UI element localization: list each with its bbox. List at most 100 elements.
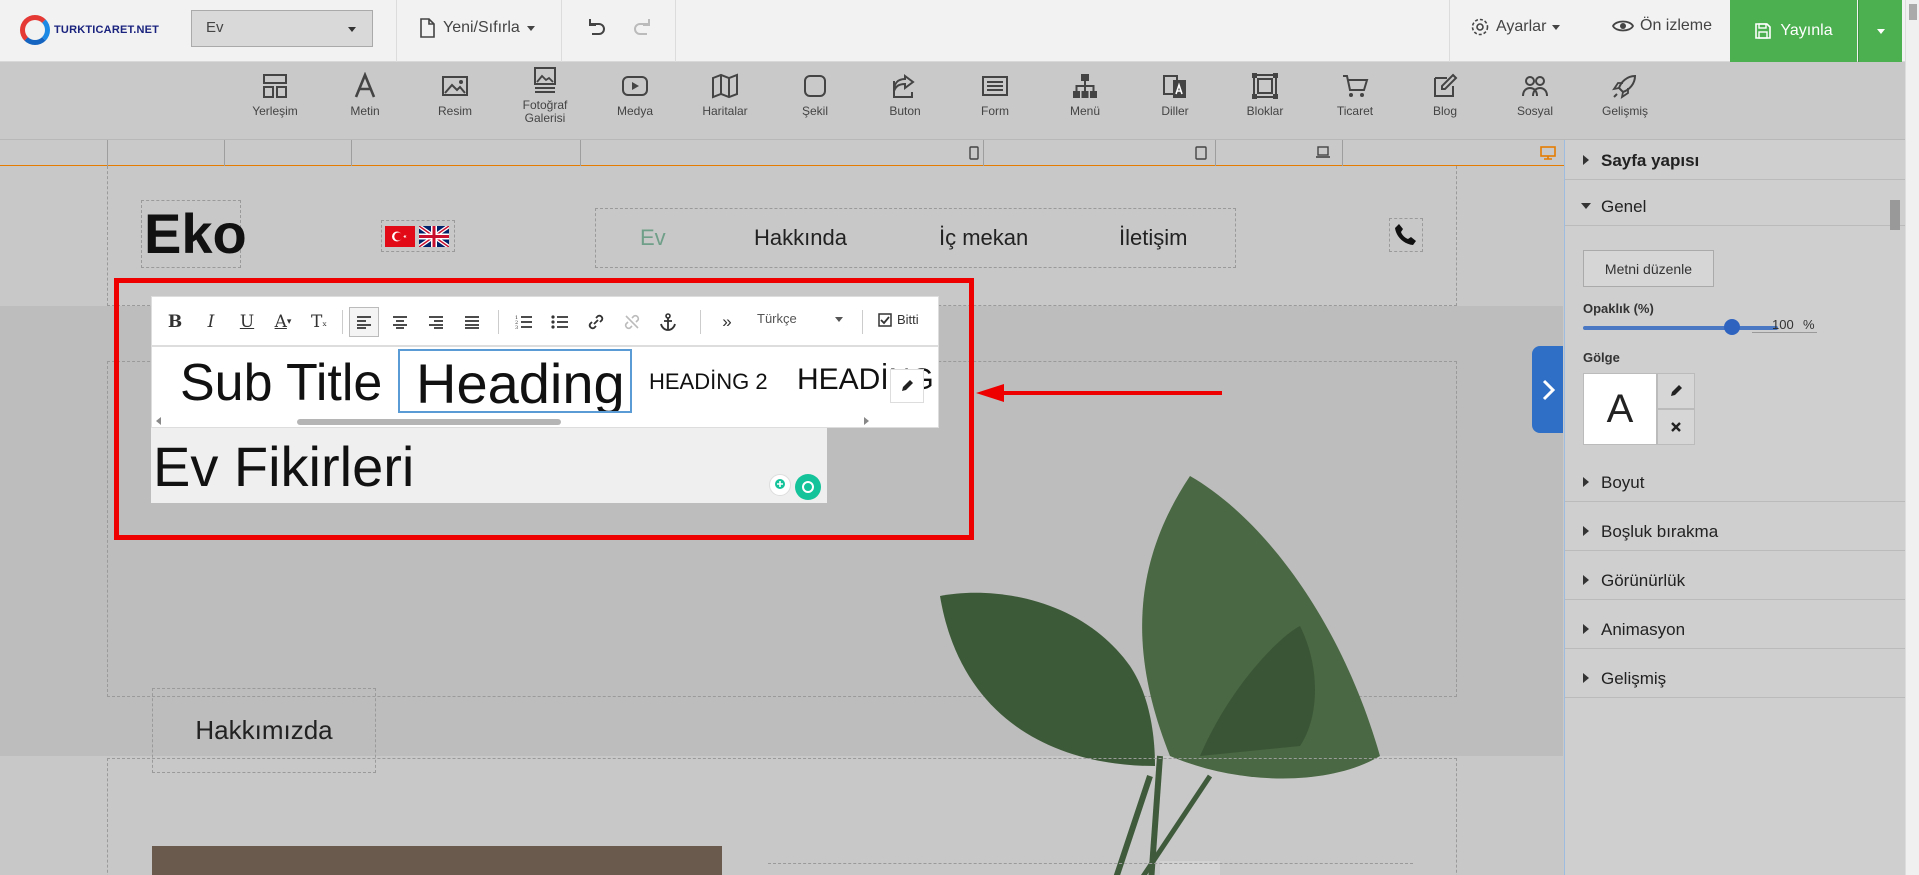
tool-maps[interactable]: Haritalar — [685, 72, 765, 118]
numbered-list-button[interactable]: 123 — [509, 307, 539, 337]
section-advanced[interactable]: Gelişmiş — [1565, 658, 1906, 698]
turkey-flag-icon[interactable] — [385, 225, 415, 247]
done-button[interactable]: Bitti — [878, 312, 919, 327]
tool-media[interactable]: Medya — [595, 72, 675, 118]
grammarly-icon[interactable] — [795, 474, 821, 500]
laptop-icon[interactable] — [1315, 146, 1331, 158]
nav-item-contact[interactable]: İletişim — [1119, 225, 1187, 251]
edit-text-button[interactable]: Metni düzenle — [1583, 250, 1714, 287]
tool-label: Bloklar — [1246, 104, 1284, 118]
caret-right-icon — [1583, 624, 1589, 634]
scroll-right-icon[interactable] — [864, 417, 869, 425]
align-left-button[interactable] — [349, 307, 379, 337]
more-options-button[interactable]: » — [712, 307, 742, 337]
section-animation[interactable]: Animasyon — [1565, 609, 1906, 649]
logo[interactable]: TURKTICARET.NET — [20, 14, 159, 46]
nav-item-interior[interactable]: İç mekan — [939, 225, 1028, 251]
underline-button[interactable]: U — [232, 307, 262, 337]
nav-item-home[interactable]: Ev — [640, 225, 666, 251]
tool-gallery[interactable]: Fotoğraf Galerisi — [505, 66, 585, 125]
window-scrollbar[interactable] — [1905, 0, 1919, 875]
heading-text[interactable]: Ev Fikirleri — [153, 434, 414, 499]
section-visibility[interactable]: Görünürlük — [1565, 560, 1906, 600]
tool-menu[interactable]: Menü — [1045, 72, 1125, 118]
clear-format-button[interactable]: Tₓ — [304, 307, 334, 337]
desktop-icon[interactable] — [1540, 146, 1556, 160]
phone-button[interactable] — [1389, 218, 1423, 252]
section-spacing[interactable]: Boşluk bırakma — [1565, 511, 1906, 551]
divider — [1449, 0, 1450, 62]
style-heading-2[interactable]: HEADİNG 2 — [649, 369, 768, 395]
tool-button[interactable]: Buton — [865, 72, 945, 118]
settings-button[interactable]: Ayarlar — [1470, 17, 1561, 37]
tool-label: Fotoğraf Galerisi — [522, 98, 568, 125]
new-reset-label: Yeni/Sıfırla — [443, 19, 520, 36]
caret-right-icon — [1583, 575, 1589, 585]
align-right-button[interactable] — [421, 307, 451, 337]
text-color-button[interactable]: A ▾ — [268, 307, 298, 337]
align-justify-button[interactable] — [457, 307, 487, 337]
brand-logo-text[interactable]: Eko — [141, 200, 247, 268]
undo-icon[interactable] — [582, 15, 608, 41]
tool-ribbon: Yerleşim Metin Resim Fotoğraf Galerisi M… — [0, 62, 1905, 140]
remove-shadow-button[interactable] — [1657, 409, 1695, 445]
content-photo[interactable] — [152, 846, 722, 875]
heading-text-block[interactable]: Ev Fikirleri — [151, 428, 827, 503]
section-size[interactable]: Boyut — [1565, 462, 1906, 502]
scroll-left-icon[interactable] — [156, 417, 161, 425]
link-button[interactable] — [581, 307, 611, 337]
scroll-thumb[interactable] — [1909, 4, 1917, 20]
align-center-button[interactable] — [385, 307, 415, 337]
tool-form[interactable]: Form — [955, 72, 1035, 118]
text-editor-toolbar: B I U A ▾ Tₓ 123 » Türkçe Bitti — [151, 296, 939, 346]
page-select[interactable]: Ev — [191, 10, 373, 47]
tool-languages[interactable]: Diller — [1135, 72, 1215, 118]
panel-scrollbar[interactable] — [1887, 180, 1903, 870]
italic-button[interactable]: I — [196, 307, 226, 337]
tool-shape[interactable]: Şekil — [775, 72, 855, 118]
tool-image[interactable]: Resim — [415, 72, 495, 118]
publish-dropdown-button[interactable] — [1858, 0, 1902, 62]
language-select[interactable]: Türkçe — [757, 311, 847, 326]
publish-button[interactable]: Yayınla — [1730, 0, 1857, 62]
redo-icon[interactable] — [631, 15, 657, 41]
tool-blog[interactable]: Blog — [1405, 72, 1485, 118]
scroll-thumb[interactable] — [297, 419, 561, 425]
tool-layout[interactable]: Yerleşim — [235, 72, 315, 118]
section-page-structure[interactable]: Sayfa yapısı — [1565, 140, 1906, 180]
tool-blocks[interactable]: Bloklar — [1225, 72, 1305, 118]
style-heading-1[interactable]: Heading — [398, 349, 632, 413]
tablet-icon[interactable] — [1195, 146, 1207, 160]
nav-item-about[interactable]: Hakkında — [754, 225, 847, 251]
preview-button[interactable]: Ön izleme — [1612, 17, 1712, 35]
style-picker-scrollbar[interactable] — [152, 415, 872, 427]
section-general[interactable]: Genel — [1565, 186, 1906, 226]
chevron-down-icon — [526, 25, 535, 31]
opacity-slider-handle[interactable] — [1724, 319, 1740, 335]
tool-advanced[interactable]: Gelişmiş — [1585, 72, 1665, 118]
new-reset-button[interactable]: Yeni/Sıfırla — [418, 18, 535, 38]
page-select-value: Ev — [206, 19, 224, 36]
tool-text[interactable]: Metin — [325, 72, 405, 118]
bold-button[interactable]: B — [160, 307, 190, 337]
lightbulb-icon[interactable] — [769, 474, 791, 496]
opacity-slider-track[interactable] — [1583, 326, 1778, 330]
bullet-list-button[interactable] — [545, 307, 575, 337]
anchor-button[interactable] — [653, 307, 683, 337]
tool-social[interactable]: Sosyal — [1495, 72, 1575, 118]
chevron-down-icon — [1876, 28, 1885, 34]
tool-commerce[interactable]: Ticaret — [1315, 72, 1395, 118]
uk-flag-icon[interactable] — [419, 225, 449, 247]
chevron-down-icon — [1552, 24, 1561, 30]
edit-shadow-button[interactable] — [1657, 373, 1695, 409]
expand-panel-tab[interactable] — [1532, 346, 1563, 433]
unlink-button[interactable] — [617, 307, 647, 337]
tool-label: Ticaret — [1336, 104, 1374, 118]
scroll-thumb[interactable] — [1890, 200, 1900, 230]
style-sub-title[interactable]: Sub Title — [180, 353, 382, 413]
mobile-icon[interactable] — [969, 146, 979, 160]
blocks-icon — [1252, 73, 1278, 99]
rocket-icon — [1612, 74, 1637, 99]
shadow-preview[interactable]: A — [1583, 373, 1657, 445]
edit-styles-button[interactable] — [890, 369, 924, 403]
